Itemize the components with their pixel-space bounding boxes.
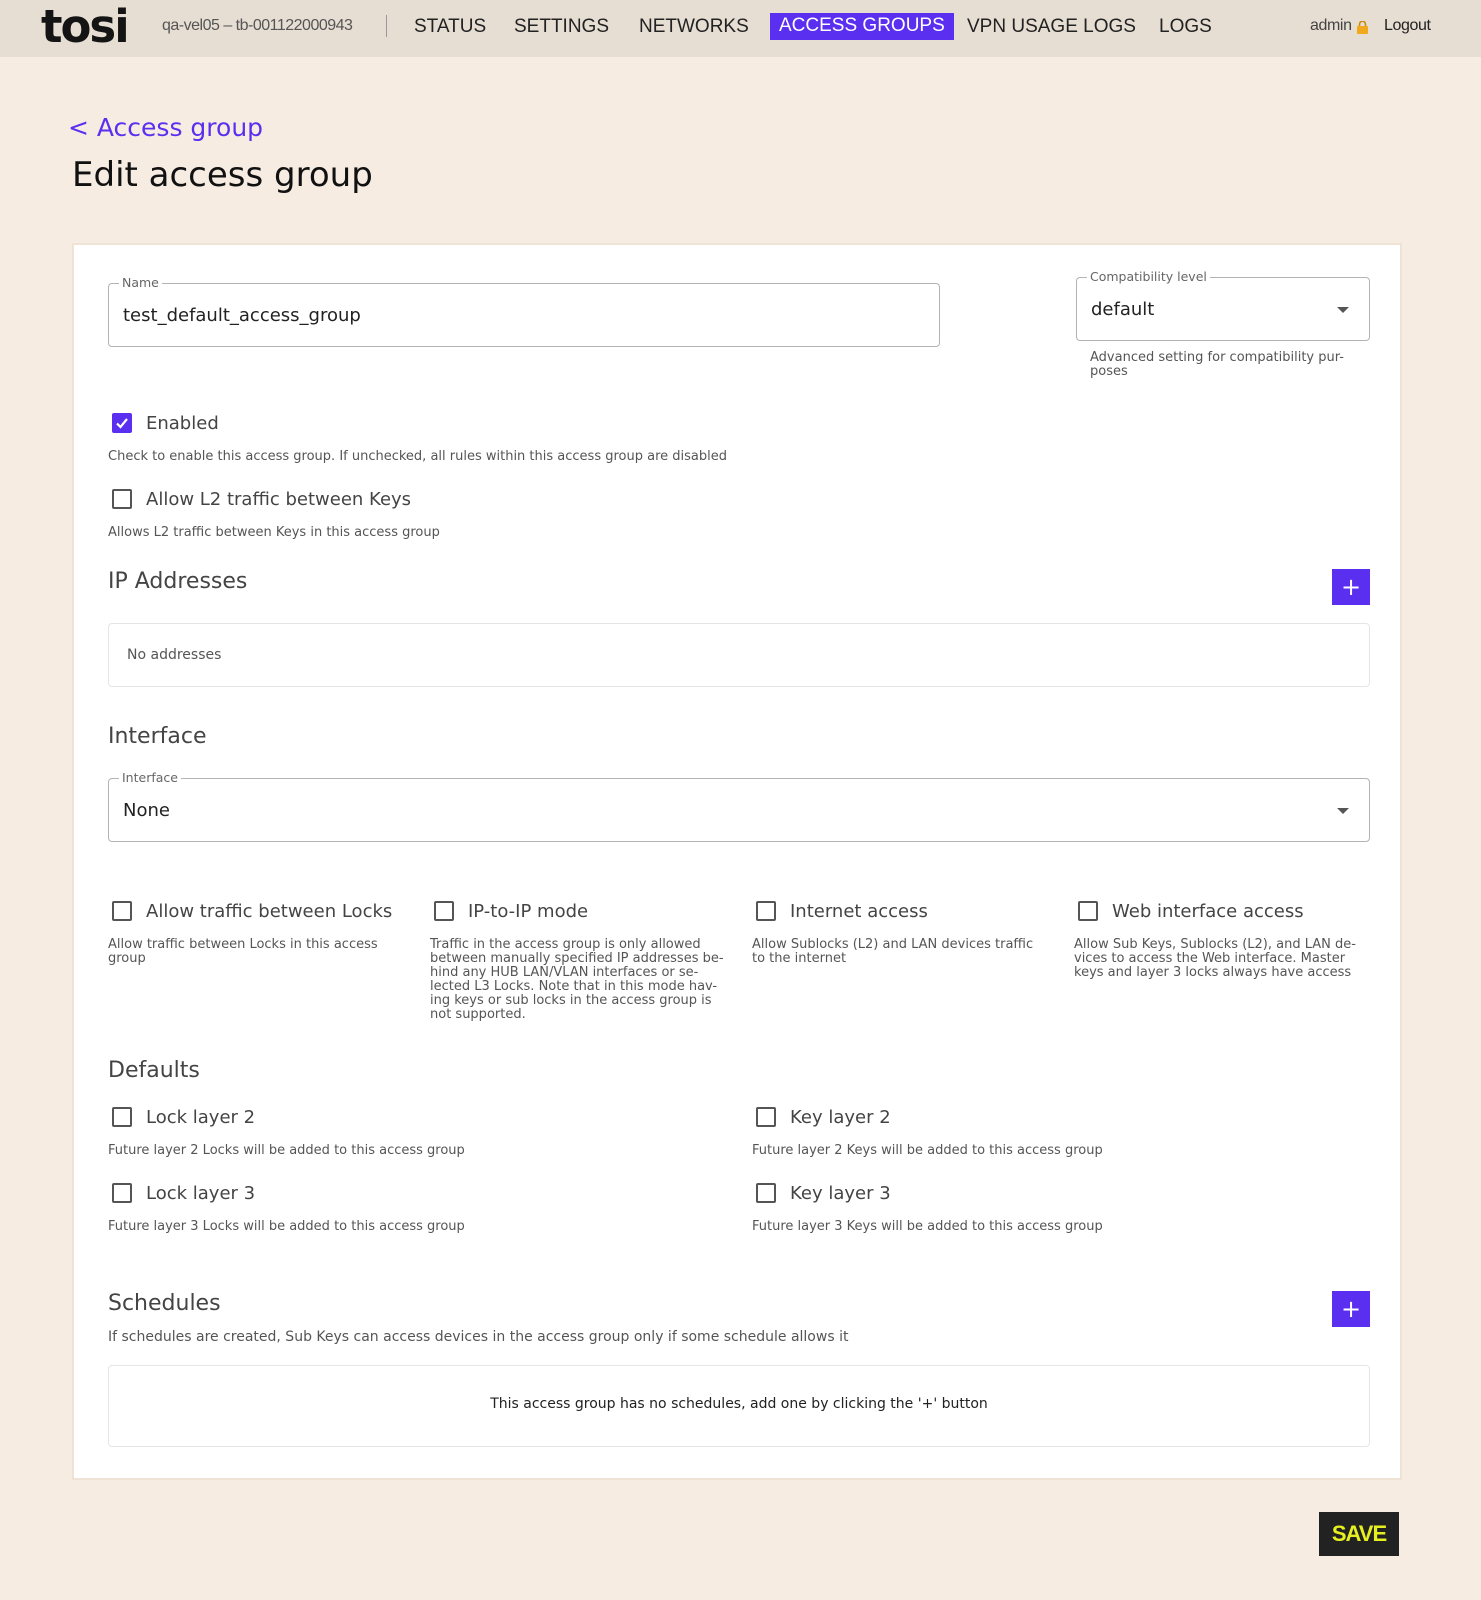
save-button-label: SAVE — [1331, 1521, 1387, 1546]
check-icon — [116, 418, 128, 429]
schedules-list: This access group has no schedules, add … — [108, 1365, 1370, 1447]
no-schedules-text: This access group has no schedules, add … — [490, 1396, 988, 1412]
key-layer-2-label: Key layer 2 — [790, 1107, 891, 1128]
enabled-checkbox[interactable] — [112, 413, 132, 433]
interface-value: None — [123, 800, 170, 821]
lock-layer-3-description: Future layer 3 Locks will be added to th… — [108, 1219, 465, 1234]
allow-l2-traffic-description: Allows L2 traffic between Keys in this a… — [108, 525, 440, 540]
allow-traffic-between-locks-label: Allow traffic between Locks — [146, 901, 393, 922]
interface-field-label: Interface — [119, 770, 181, 785]
key-layer-3-label: Key layer 3 — [790, 1183, 891, 1204]
compatibility-level-helper: Advanced setting for compatibility pur- … — [1090, 350, 1344, 379]
nav-networks[interactable]: NETWORKS — [639, 16, 749, 38]
compatibility-level-label: Compatibility level — [1087, 269, 1210, 284]
lock-layer-2-checkbox[interactable] — [112, 1107, 132, 1127]
web-interface-access-description: Allow Sub Keys, Sublocks (L2), and LAN d… — [1074, 937, 1356, 980]
internet-access-description: Allow Sublocks (L2) and LAN devices traf… — [752, 937, 1034, 966]
lock-layer-2-description: Future layer 2 Locks will be added to th… — [108, 1143, 465, 1158]
plus-icon: + — [1340, 573, 1362, 601]
edit-access-group-card: Name test_default_access_group Compatibi… — [72, 243, 1402, 1480]
add-schedule-button[interactable]: + — [1332, 1291, 1370, 1327]
ip-to-ip-mode-label: IP-to-IP mode — [468, 901, 589, 922]
nav-settings[interactable]: SETTINGS — [514, 16, 609, 38]
interface-select[interactable]: Interface None — [108, 770, 1370, 842]
web-interface-access-checkbox[interactable] — [1078, 901, 1098, 921]
allow-traffic-between-locks-checkbox[interactable] — [112, 901, 132, 921]
defaults-title: Defaults — [108, 1058, 200, 1083]
allow-l2-traffic-checkbox[interactable] — [112, 489, 132, 509]
name-field-label: Name — [119, 275, 162, 290]
allow-traffic-between-locks-description: Allow traffic between Locks in this acce… — [108, 937, 378, 966]
plus-icon: + — [1340, 1295, 1362, 1323]
tosi-logo[interactable]: tosi — [41, 2, 130, 52]
nav-status[interactable]: STATUS — [414, 16, 486, 38]
lock-layer-3-label: Lock layer 3 — [146, 1183, 256, 1204]
key-layer-3-checkbox[interactable] — [756, 1183, 776, 1203]
internet-access-label: Internet access — [790, 901, 928, 922]
add-ip-address-button[interactable]: + — [1332, 569, 1370, 605]
compatibility-level-select[interactable]: Compatibility level default — [1076, 269, 1370, 341]
chevron-down-icon — [1337, 307, 1349, 313]
chevron-down-icon — [1337, 808, 1349, 814]
logout-link[interactable]: Logout — [1384, 17, 1431, 35]
ip-to-ip-mode-checkbox[interactable] — [434, 901, 454, 921]
lock-layer-2-label: Lock layer 2 — [146, 1107, 256, 1128]
current-user: admin — [1310, 17, 1352, 34]
back-to-access-group-link[interactable]: < Access group — [68, 113, 263, 142]
nav-divider — [386, 15, 387, 37]
no-addresses-text: No addresses — [127, 647, 222, 663]
lock-icon — [1357, 21, 1368, 34]
key-layer-2-checkbox[interactable] — [756, 1107, 776, 1127]
nav-logs[interactable]: LOGS — [1159, 16, 1212, 38]
allow-l2-traffic-label: Allow L2 traffic between Keys — [146, 489, 412, 510]
schedules-description: If schedules are created, Sub Keys can a… — [108, 1329, 849, 1345]
compatibility-level-value: default — [1091, 299, 1155, 320]
enabled-label: Enabled — [146, 413, 219, 434]
schedules-title: Schedules — [108, 1291, 221, 1316]
page-title: Edit access group — [72, 155, 373, 195]
key-layer-3-description: Future layer 3 Keys will be added to thi… — [752, 1219, 1103, 1234]
ip-to-ip-mode-description: Traffic in the access group is only allo… — [430, 937, 724, 1022]
internet-access-checkbox[interactable] — [756, 901, 776, 921]
lock-layer-3-checkbox[interactable] — [112, 1183, 132, 1203]
name-field[interactable]: Name test_default_access_group — [108, 275, 940, 347]
ip-addresses-title: IP Addresses — [108, 569, 248, 594]
top-navigation-bar: tosi qa-vel05 – tb-001122000943 STATUS S… — [0, 0, 1481, 57]
nav-access-groups[interactable]: ACCESS GROUPS — [770, 13, 954, 40]
enabled-description: Check to enable this access group. If un… — [108, 449, 727, 464]
ip-addresses-list: No addresses — [108, 623, 1370, 687]
interface-title: Interface — [108, 724, 207, 749]
device-name: qa-vel05 – tb-001122000943 — [162, 17, 353, 34]
save-button[interactable]: SAVE — [1319, 1512, 1399, 1556]
nav-vpn-usage-logs[interactable]: VPN USAGE LOGS — [967, 16, 1136, 38]
web-interface-access-label: Web interface access — [1112, 901, 1304, 922]
key-layer-2-description: Future layer 2 Keys will be added to thi… — [752, 1143, 1103, 1158]
name-field-value: test_default_access_group — [123, 305, 361, 326]
